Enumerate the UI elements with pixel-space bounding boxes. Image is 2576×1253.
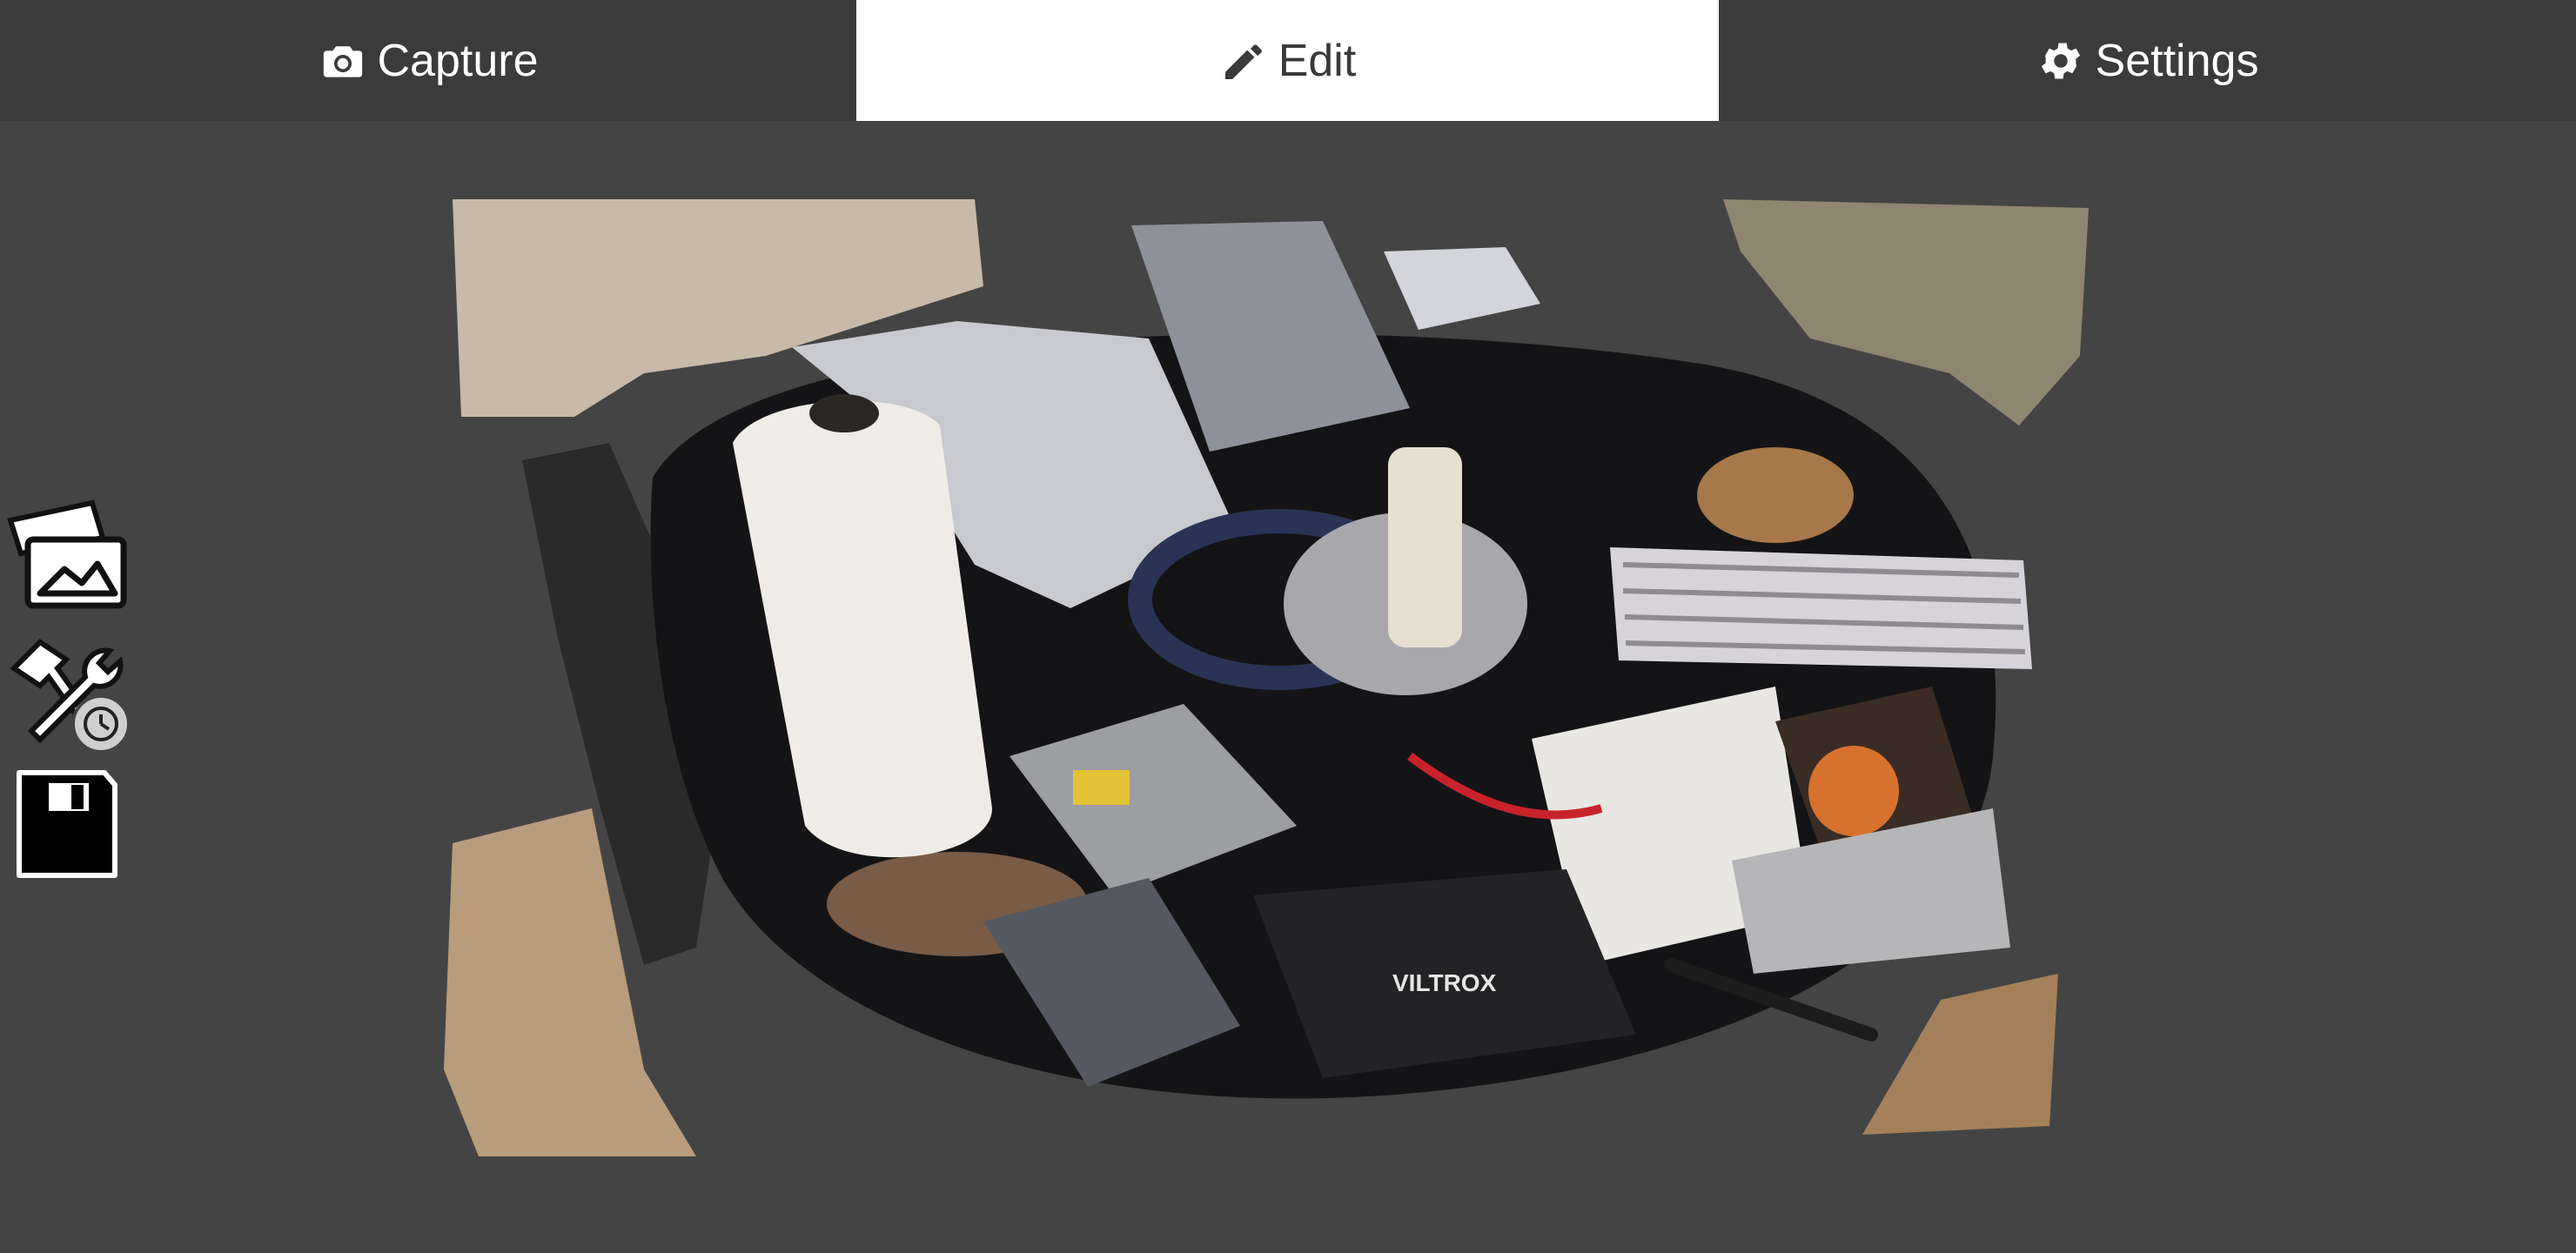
save-button[interactable]: [5, 766, 136, 888]
tab-capture-label: Capture: [377, 35, 539, 86]
tab-capture[interactable]: Capture: [0, 0, 856, 121]
scan-render[interactable]: VILTROX: [383, 199, 2141, 1156]
tab-edit-label: Edit: [1278, 35, 1357, 86]
tools-button[interactable]: [5, 633, 136, 755]
candle: [1388, 447, 1462, 647]
tab-bar: Capture Edit Settings: [0, 0, 2576, 121]
camera-icon: [323, 45, 362, 77]
wooden-coaster: [1697, 447, 1854, 543]
tab-settings-label: Settings: [2095, 35, 2259, 86]
pencil-icon: [1224, 44, 1262, 79]
floor-right: [1862, 974, 2058, 1135]
tools-icon: [10, 639, 131, 754]
tab-settings[interactable]: Settings: [1719, 0, 2576, 121]
tab-edit[interactable]: Edit: [856, 0, 1719, 121]
gear-icon: [2041, 42, 2080, 79]
sticker: [1073, 770, 1130, 805]
hard-drive-platter: [1808, 746, 1899, 836]
save-icon: [17, 770, 117, 878]
product-label: VILTROX: [1392, 969, 1497, 996]
scan-viewport[interactable]: VILTROX: [0, 121, 2576, 1253]
gallery-icon: [7, 499, 127, 609]
towel-holder-knob: [809, 394, 879, 432]
gallery-button[interactable]: [5, 496, 136, 618]
bag-top: [1384, 247, 1540, 330]
